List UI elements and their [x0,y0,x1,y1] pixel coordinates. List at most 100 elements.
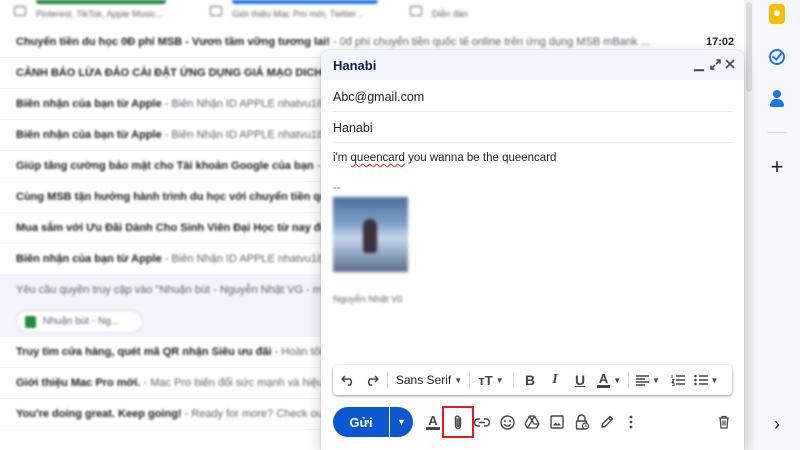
email-sender: Giúp tăng cường bảo mật cho Tài khoản Go… [16,160,314,172]
font-size-button[interactable]: тT ▼ [473,365,509,395]
category-updates-text: Giới thiệu Mac Pro mới, Twitter... [232,9,364,19]
category-social-text: Pinterest, TikTok, Apple Music... [36,9,164,19]
toolbar-separator [387,372,388,388]
side-panel: + › [754,0,800,450]
pen-icon [601,415,614,428]
keep-button[interactable] [767,4,787,24]
signature-name: Nguyễn Nhật Vũ [333,294,403,305]
email-snippet: - Mac Pro biến đổi sức mạnh và hiệu [140,377,324,389]
email-snippet: - 0đ phí chuyển tiền quốc tế online trên… [329,36,650,48]
to-field[interactable]: Abc@gmail.com [333,81,732,112]
body-text-start: i'm [333,152,351,164]
email-sender: Mua sắm với Ưu Đãi Dành Cho Sinh Viên Đạ… [16,222,327,234]
minimize-button[interactable]: ▁ [691,56,707,72]
italic-button[interactable]: I [544,365,566,395]
category-updates[interactable]: Giới thiệu Mac Pro mới, Twitter... [210,0,390,20]
underline-icon: U [574,372,586,388]
get-addons-button[interactable]: + [767,156,787,178]
email-sender: Truy tìm cửa hàng, quét mã QR nhận Siêu … [16,346,272,358]
email-sender: Giới thiệu Mac Pro mới. [16,377,141,389]
message-body[interactable]: i'm queencard you wanna be the queencard [333,152,556,164]
signature-separator: -- [333,182,341,194]
email-time: 17:02 [706,36,735,48]
email-sender: Biên nhận của bạn từ Apple [16,129,162,141]
bold-button[interactable]: B [519,365,541,395]
scrollbar-thumb[interactable] [746,2,752,92]
attachment-chip[interactable]: Nhuận bút - Ng... [16,310,143,333]
bulleted-list-icon [693,374,708,386]
toolbar-separator [628,372,629,388]
send-button[interactable]: Gửi [333,407,389,437]
side-panel-divider [767,132,787,133]
undo-button[interactable] [337,365,359,395]
google-drive-icon [524,415,540,429]
people-icon [14,6,26,16]
category-forums-text: Diễn đàn [432,9,469,19]
text-color-button[interactable]: A ▼ [594,365,624,395]
toolbar-separator [513,372,514,388]
redo-button[interactable] [361,365,383,395]
lock-clock-icon [575,414,589,430]
show-side-panel-button[interactable]: › [767,414,787,434]
misspelled-word[interactable]: queencard [351,152,405,164]
email-sender: Chuyển tiền du học 0Đ phí MSB - Vươn tầm… [16,36,330,48]
minimize-icon: ▁ [694,56,704,71]
caret-down-icon: ▼ [710,375,719,385]
caret-down-icon: ▼ [652,375,660,385]
discard-draft-button[interactable] [713,410,735,434]
attachment-chip-label: Nhuận bút - Ng... [43,316,120,327]
sheets-icon [25,316,36,328]
bold-icon: B [524,372,536,388]
insert-emoji-button[interactable] [496,410,518,434]
email-snippet: - Hoàn tốt [271,346,323,358]
confidential-mode-button[interactable] [571,410,593,434]
email-sender: Cùng MSB tận hưởng hành trình du học với… [16,191,340,203]
inbox-scrollbar[interactable] [744,0,754,450]
send-button-group: Gửi ▼ [333,407,413,437]
insert-link-button[interactable] [471,410,493,434]
formatting-options-button[interactable]: A [422,410,444,434]
insert-photo-button[interactable] [546,410,568,434]
category-forums[interactable]: Diễn đàn [410,0,510,20]
numbered-list-button[interactable] [667,365,689,395]
font-select[interactable]: Sans Serif ▼ [391,365,467,395]
contacts-icon [769,90,785,108]
email-snippet: - Biên Nhận ID APPLE nhatvu181... [161,129,339,141]
align-button[interactable]: ▼ [633,365,663,395]
compose-title: Hanabi [333,58,377,73]
tasks-button[interactable] [767,47,787,67]
close-button[interactable] [722,56,738,72]
more-vert-icon [629,415,633,429]
more-options-button[interactable] [620,410,642,434]
subject-field[interactable]: Hanabi [333,112,732,143]
link-icon [474,417,490,427]
attach-highlight-box [442,406,474,438]
photo-icon [550,415,564,429]
email-sender: CẢNH BÁO LỪA ĐẢO CÀI ĐẶT ỨNG DỤNG GIẢ MẠ… [16,67,323,79]
email-sender: Biên nhận của bạn từ Apple [16,98,162,110]
email-snippet: - Biên Nhận ID APPLE nhatvu181... [161,253,339,265]
expand-button[interactable] [707,56,723,72]
email-sender: Yêu cầu quyền truy cập vào "Nhuận bút - … [16,284,322,296]
compose-window: Hanabi ▁ Abc@gmail.com Hanabi i'm queenc… [321,50,744,450]
caret-down-icon: ▼ [454,375,463,385]
keep-icon [769,4,785,24]
email-sender: You're doing great. Keep going! [16,408,182,420]
insert-drive-file-button[interactable] [521,410,543,434]
send-options-button[interactable]: ▼ [390,407,413,437]
undo-icon [341,375,353,386]
contacts-button[interactable] [767,89,787,109]
trash-icon [719,415,729,429]
italic-icon: I [552,372,558,387]
insert-signature-button[interactable] [596,410,618,434]
underline-button[interactable]: U [569,365,591,395]
text-color-icon: A [596,370,611,388]
compose-header[interactable]: Hanabi ▁ [321,50,744,80]
tasks-icon [769,49,785,65]
bulleted-list-button[interactable]: ▼ [691,365,721,395]
email-snippet: - Ready for more? Check ou [181,408,323,420]
redo-icon [367,375,379,386]
category-social[interactable]: Pinterest, TikTok, Apple Music... [14,0,184,20]
category-tabs: Pinterest, TikTok, Apple Music... Giới t… [0,0,744,24]
chevron-right-icon: › [774,413,780,434]
